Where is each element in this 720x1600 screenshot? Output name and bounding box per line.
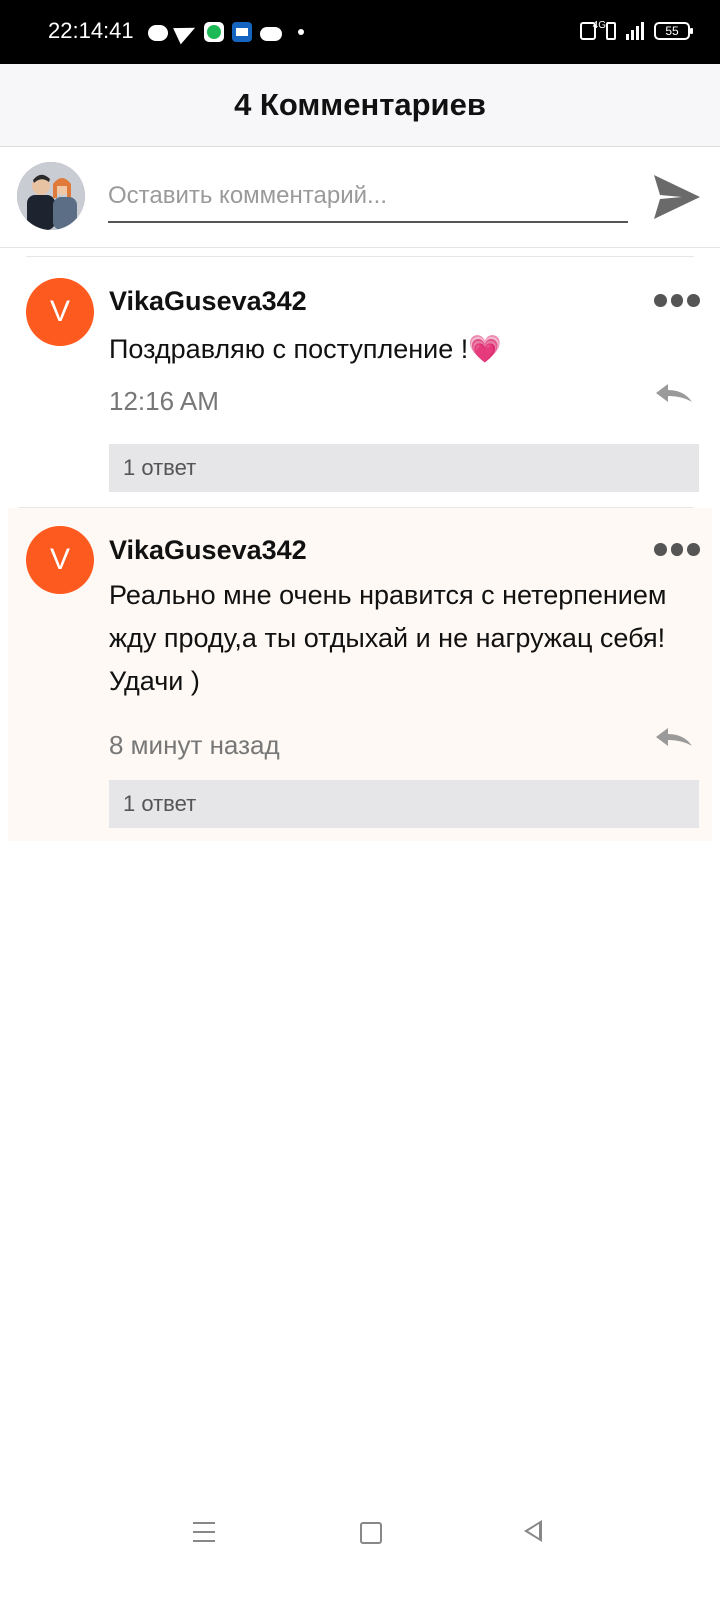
more-dot-icon [670, 543, 684, 556]
status-bar: 22:14:41 4G 55 [0, 0, 720, 64]
comment-item: V VikaGuseva342 Поздравляю с поступление… [8, 258, 712, 498]
page-title: 4 Комментариев [234, 87, 486, 122]
menu-line-icon [193, 1540, 215, 1542]
comments-header: 4 Комментариев [0, 64, 720, 147]
user-avatar-image [17, 162, 85, 230]
comment-input[interactable] [108, 171, 628, 223]
reply-icon[interactable] [654, 382, 694, 406]
network-type: 4G [592, 20, 606, 31]
menu-line-icon [193, 1522, 215, 1524]
dot-icon [298, 29, 304, 35]
chat-bubble-icon [148, 25, 168, 41]
telegram-icon [173, 19, 199, 45]
recent-apps-button[interactable] [193, 1522, 215, 1542]
send-icon [654, 175, 700, 219]
comment-timestamp: 12:16 AM [109, 386, 219, 416]
comment-composer [0, 147, 720, 248]
system-nav-bar [0, 1510, 720, 1600]
more-dot-icon [687, 543, 701, 556]
spotify-icon [204, 22, 224, 42]
more-dot-icon [654, 543, 667, 556]
notification-icons [148, 19, 304, 45]
signal-icon [626, 22, 644, 40]
replies-button[interactable]: 1 ответ [109, 780, 699, 828]
battery-icon: 55 [654, 22, 693, 40]
more-options-button[interactable] [654, 294, 701, 308]
user-avatar [17, 162, 85, 230]
vibrate-icon [606, 22, 616, 40]
more-options-button[interactable] [654, 543, 701, 557]
menu-line-icon [193, 1531, 215, 1533]
commenter-username[interactable]: VikaGuseva342 [109, 286, 307, 317]
commenter-avatar: V [26, 278, 94, 346]
mail-app-icon [232, 22, 252, 42]
system-icons: 4G 55 [580, 18, 693, 44]
replies-button[interactable]: 1 ответ [109, 444, 699, 492]
comment-text: Поздравляю с поступление !💗 [109, 334, 502, 364]
back-button[interactable] [524, 1520, 542, 1542]
comment-text: Реально мне очень нравится с нетерпением… [109, 580, 667, 696]
home-button[interactable] [360, 1522, 382, 1544]
commenter-username[interactable]: VikaGuseva342 [109, 535, 307, 566]
more-dot-icon [654, 294, 667, 307]
gamepad-icon [260, 26, 282, 41]
divider [26, 256, 694, 257]
commenter-avatar: V [26, 526, 94, 594]
send-button[interactable] [652, 173, 702, 221]
status-time: 22:14:41 [48, 18, 134, 43]
more-dot-icon [670, 294, 684, 307]
comment-timestamp: 8 минут назад [109, 730, 280, 760]
more-dot-icon [687, 294, 701, 307]
comment-item: V VikaGuseva342 Реально мне очень нравит… [8, 508, 712, 841]
reply-icon[interactable] [654, 726, 694, 750]
